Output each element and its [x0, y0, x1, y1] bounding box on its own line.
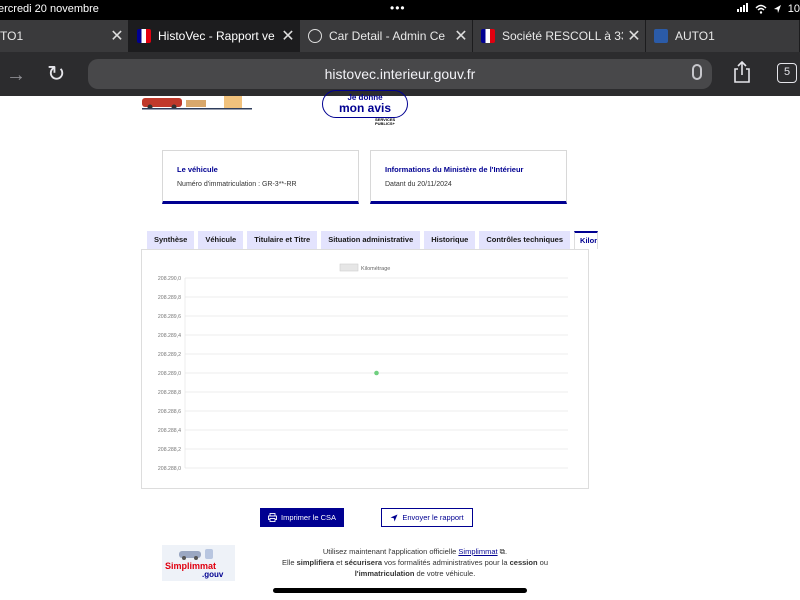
car-logo-icon	[179, 549, 213, 560]
microphone-icon[interactable]	[692, 64, 702, 80]
vehicle-card-heading: Le véhicule	[177, 165, 218, 174]
browser-tab-auto1-partial[interactable]: TO1 ✕	[0, 20, 129, 52]
promo-line3-post: de votre véhicule.	[414, 569, 476, 578]
data-point	[374, 370, 379, 376]
french-flag-favicon-icon	[137, 29, 151, 43]
y-tick-label: 208.289,6	[158, 314, 181, 320]
share-icon[interactable]	[733, 61, 751, 83]
promo-line1-post: .	[505, 547, 508, 556]
close-icon[interactable]: ✕	[106, 26, 128, 46]
page-content: Je donne mon avis SERVICES PUBLICS+ Le v…	[0, 90, 800, 600]
promo-bold-cession: cession	[509, 558, 538, 567]
feedback-line2: mon avis	[338, 101, 392, 115]
url-field[interactable]: histovec.interieur.gouv.fr	[88, 59, 712, 89]
auto1-favicon-icon	[654, 29, 668, 43]
tab-controles-techniques[interactable]: Contrôles techniques	[479, 231, 571, 249]
vehicle-illustration	[142, 96, 252, 110]
legend-swatch	[339, 263, 359, 272]
promo-line2-pre: Elle	[281, 558, 297, 567]
promo-line2-mid: et	[334, 558, 345, 567]
external-link-icon: ⧉	[497, 547, 506, 556]
home-indicator[interactable]	[273, 588, 527, 593]
tab-synthese[interactable]: Synthèse	[147, 231, 195, 249]
services-publics-logo: SERVICES PUBLICS+	[375, 118, 405, 126]
tab-title: Car Detail - Admin Ce	[329, 29, 446, 43]
tab-title: TO1	[0, 29, 24, 43]
y-tick-label: 208.290,0	[158, 276, 181, 282]
mileage-chart-panel: Kilométrage 208.290,0 208.289,8 208.289,6 20…	[141, 249, 589, 489]
y-tick-label: 208.288,2	[158, 447, 181, 453]
printer-icon	[268, 513, 277, 522]
y-tick-label: 208.288,6	[158, 409, 181, 415]
tab-title: HistoVec - Rapport ve	[158, 29, 275, 43]
multitask-dots[interactable]: •••	[390, 1, 406, 15]
signal-icon	[736, 3, 749, 15]
y-tick-label: 208.289,8	[158, 295, 181, 301]
status-date: ercredi 20 novembre	[0, 3, 99, 15]
promo-bold-securisera: sécurisera	[344, 558, 383, 567]
promo-line1-pre: Utilisez maintenant l'application offici…	[322, 547, 459, 556]
simplimmat-link[interactable]: Simplimmat	[458, 547, 497, 556]
ministry-date-text: Datant du 20/11/2024	[385, 181, 452, 188]
tab-title: AUTO1	[675, 29, 715, 43]
tab-historique[interactable]: Historique	[424, 231, 476, 249]
tab-kilometrage[interactable]: Kilométrage	[574, 231, 599, 249]
simplimmat-logo-sub: .gouv	[202, 570, 224, 579]
wifi-icon	[755, 4, 767, 14]
services-publics-text: SERVICES PUBLICS+	[375, 117, 396, 126]
give-feedback-badge[interactable]: Je donne mon avis	[322, 90, 408, 118]
tab-count-button[interactable]: 5	[777, 63, 797, 83]
status-right: 10	[736, 3, 800, 15]
y-tick-label: 208.288,8	[158, 390, 181, 396]
tab-titulaire-titre[interactable]: Titulaire et Titre	[247, 231, 318, 249]
promo-line2-end: ou	[537, 558, 548, 567]
send-report-button[interactable]: Envoyer le rapport	[381, 508, 473, 527]
browser-tab-rescoll[interactable]: Société RESCOLL à 33 ✕	[473, 20, 646, 52]
y-tick-label: 208.288,4	[158, 428, 181, 434]
vehicle-info-card: Le véhicule Numéro d'immatriculation : G…	[162, 150, 359, 204]
promo-bold-simplifiera: simplifiera	[296, 558, 335, 567]
y-tick-label: 208.289,4	[158, 333, 181, 339]
globe-favicon-icon	[308, 29, 322, 43]
tab-title: Société RESCOLL à 33	[502, 29, 623, 43]
browser-tab-bar: TO1 ✕ HistoVec - Rapport ve ✕ Car Detail…	[0, 20, 800, 52]
address-bar: → ↻ histovec.interieur.gouv.fr 5	[0, 52, 800, 96]
vehicle-registration-text: Numéro d'immatriculation : GR-3**-RR	[177, 181, 297, 188]
status-time: 10	[787, 3, 800, 15]
mileage-chart: Kilométrage 208.290,0 208.289,8 208.289,6 20…	[158, 263, 568, 472]
marianne-favicon-icon	[481, 29, 495, 43]
legend-label: Kilométrage	[361, 266, 390, 272]
promo-line2-post: vos formalités administratives pour la	[382, 558, 510, 567]
y-tick-label: 208.288,0	[158, 466, 181, 472]
url-text: histovec.interieur.gouv.fr	[324, 66, 476, 82]
close-icon[interactable]: ✕	[623, 26, 645, 46]
simplimmat-promo-text: Utilisez maintenant l'application offici…	[265, 546, 565, 579]
send-report-label: Envoyer le rapport	[402, 513, 464, 522]
close-icon[interactable]: ✕	[277, 26, 299, 46]
location-icon	[773, 5, 781, 13]
ministry-info-card: Informations du Ministère de l'Intérieur…	[370, 150, 567, 204]
browser-tab-car-detail[interactable]: Car Detail - Admin Ce ✕	[300, 20, 473, 52]
simplimmat-logo[interactable]: Simplimmat .gouv	[162, 545, 235, 581]
promo-line-2: Elle simplifiera et sécurisera vos forma…	[265, 557, 565, 568]
report-tabs: Synthèse Véhicule Titulaire et Titre Sit…	[147, 231, 599, 249]
promo-line-3: l'immatriculation de votre véhicule.	[265, 568, 565, 579]
close-icon[interactable]: ✕	[450, 26, 472, 46]
forward-arrow-icon[interactable]: →	[6, 64, 26, 87]
ministry-card-heading: Informations du Ministère de l'Intérieur	[385, 165, 524, 174]
tab-vehicule[interactable]: Véhicule	[198, 231, 244, 249]
promo-line-1: Utilisez maintenant l'application offici…	[265, 546, 565, 557]
print-csa-label: Imprimer le CSA	[280, 513, 336, 522]
status-bar: ercredi 20 novembre ••• 10	[0, 0, 800, 20]
y-tick-label: 208.289,0	[158, 371, 181, 377]
print-csa-button[interactable]: Imprimer le CSA	[260, 508, 344, 527]
reload-icon[interactable]: ↻	[47, 61, 65, 87]
y-tick-label: 208.289,2	[158, 352, 181, 358]
send-arrow-icon	[390, 514, 398, 521]
browser-tab-auto1[interactable]: AUTO1	[646, 20, 800, 52]
tab-situation-administrative[interactable]: Situation administrative	[321, 231, 421, 249]
browser-tab-histovec[interactable]: HistoVec - Rapport ve ✕	[129, 20, 300, 52]
promo-bold-immatriculation: l'immatriculation	[354, 569, 415, 578]
